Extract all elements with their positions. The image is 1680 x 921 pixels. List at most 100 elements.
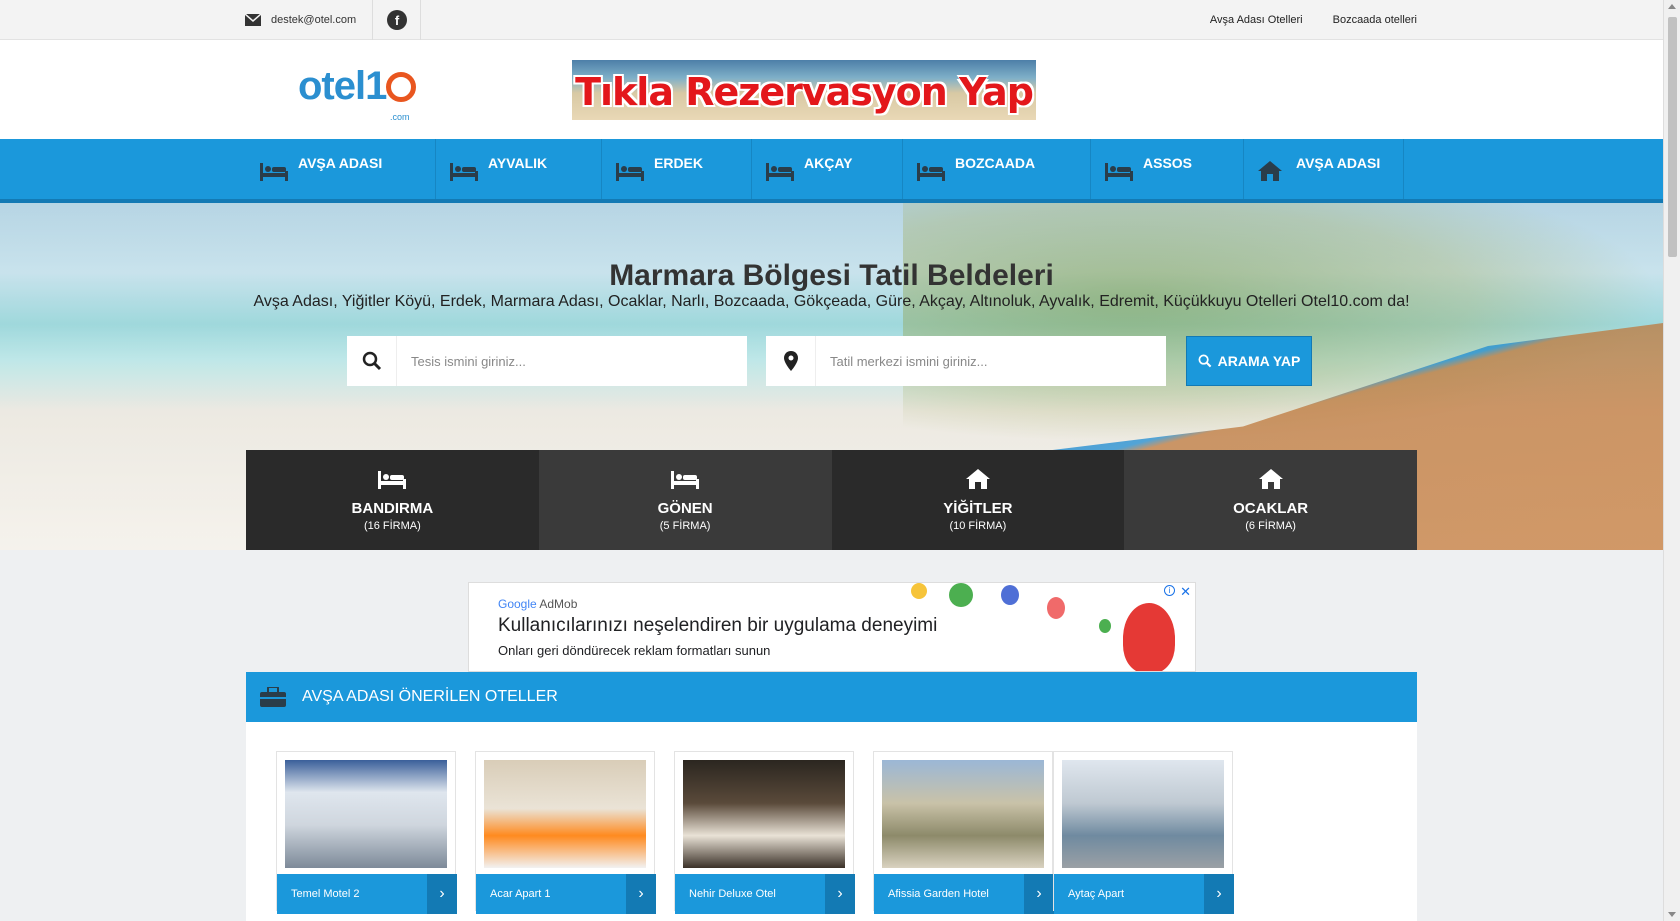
- logo-text: otel1: [298, 64, 387, 108]
- section-title: AVŞA ADASI ÖNERİLEN OTELLER: [302, 688, 558, 705]
- search-location-input[interactable]: [816, 353, 1146, 369]
- scroll-down-icon[interactable]: [1668, 912, 1676, 917]
- envelope-icon: [245, 14, 261, 26]
- bed-icon: [766, 161, 794, 181]
- hotel-card[interactable]: Afissia Garden Hotel ›: [873, 751, 1054, 914]
- hotel-name: Afissia Garden Hotel: [888, 888, 989, 900]
- nav-item[interactable]: ASSOS: [1091, 139, 1244, 199]
- nav-item-label: AVŞA ADASI: [298, 155, 383, 171]
- search-location-box: [766, 336, 1166, 386]
- region-tile-count: (6 FİRMA): [1245, 519, 1296, 532]
- map-pin-icon: [766, 336, 816, 386]
- site-logo[interactable]: otel1 .com: [298, 64, 417, 122]
- bed-icon: [616, 161, 644, 181]
- page: destek@otel.com f Avşa Adası Otelleri Bo…: [0, 0, 1663, 921]
- region-tile-name: OCAKLAR: [1233, 499, 1309, 517]
- hotel-name-bar[interactable]: Nehir Deluxe Otel ›: [675, 874, 855, 914]
- briefcase-icon: [260, 687, 286, 707]
- chevron-right-icon[interactable]: ›: [1204, 874, 1234, 914]
- bed-icon: [260, 161, 288, 181]
- hotel-photo[interactable]: [683, 760, 845, 868]
- ad-banner[interactable]: Google AdMob Kullanıcılarınızı neşelendi…: [468, 582, 1196, 672]
- hotel-card[interactable]: Nehir Deluxe Otel ›: [674, 751, 855, 914]
- nav-item-label: BOZCAADA: [955, 155, 1036, 171]
- divider: [372, 0, 373, 40]
- ad-brand-google: Google: [498, 597, 537, 611]
- search-name-input[interactable]: [397, 353, 727, 369]
- region-tile-name: YİĞİTLER: [943, 499, 1013, 517]
- recommended-section-body: Temel Motel 2 › Acar Apart 1 › Nehir Deluxe …: [246, 722, 1417, 921]
- hotel-name-bar[interactable]: Aytaç Apart ›: [1054, 874, 1234, 914]
- hotel-photo[interactable]: [484, 760, 646, 868]
- main-nav: AVŞA ADASI AYVALIK ERDEK AKÇAY BOZCAADA ASSOS…: [0, 139, 1663, 203]
- page-scrollbar[interactable]: [1663, 0, 1680, 921]
- chevron-right-icon[interactable]: ›: [626, 874, 656, 914]
- nav-item[interactable]: BOZCAADA: [903, 139, 1091, 199]
- home-icon: [1258, 161, 1286, 181]
- hotel-cards: Temel Motel 2 › Acar Apart 1 › Nehir Deluxe …: [276, 751, 1234, 914]
- search-name-box: [347, 336, 747, 386]
- balloon-image: [949, 583, 973, 607]
- hotel-name-bar[interactable]: Acar Apart 1 ›: [476, 874, 656, 914]
- bed-icon: [450, 161, 478, 181]
- nav-item-label: AYVALIK: [488, 155, 548, 171]
- search-button[interactable]: ARAMA YAP: [1186, 336, 1312, 386]
- bed-icon: [671, 469, 700, 494]
- ad-brand-admob: AdMob: [536, 597, 578, 611]
- hotel-card[interactable]: Acar Apart 1 ›: [475, 751, 656, 914]
- top-bar: destek@otel.com f Avşa Adası Otelleri Bo…: [0, 0, 1663, 40]
- region-tile-name: BANDIRMA: [351, 499, 434, 517]
- nav-item-label: AKÇAY: [804, 155, 853, 171]
- search-icon: [347, 336, 397, 386]
- ad-headline: Kullanıcılarınızı neşelendiren bir uygul…: [498, 615, 938, 636]
- hotel-card[interactable]: Temel Motel 2 ›: [276, 751, 457, 914]
- top-links: Avşa Adası Otelleri Bozcaada otelleri: [1210, 0, 1417, 40]
- nav-item[interactable]: ERDEK: [602, 139, 752, 199]
- scroll-up-icon[interactable]: [1668, 4, 1676, 9]
- ad-info-icon[interactable]: i: [1164, 585, 1175, 596]
- hotel-photo[interactable]: [285, 760, 447, 868]
- region-tile-count: (16 FİRMA): [363, 519, 421, 532]
- hotel-name: Acar Apart 1: [490, 888, 551, 900]
- chevron-right-icon[interactable]: ›: [1024, 874, 1054, 914]
- contact-email[interactable]: destek@otel.com: [245, 0, 356, 40]
- logo-domain: .com: [390, 112, 410, 122]
- hotel-name: Aytaç Apart: [1068, 888, 1125, 900]
- hero-subtitle: Avşa Adası, Yiğitler Köyü, Erdek, Marmar…: [253, 293, 1410, 310]
- magnifier-logo-icon: [386, 72, 417, 102]
- region-tile-count: (10 FİRMA): [949, 519, 1007, 532]
- hotel-card[interactable]: Aytaç Apart ›: [1053, 751, 1234, 914]
- chevron-right-icon[interactable]: ›: [825, 874, 855, 914]
- region-tiles: BANDIRMA (16 FİRMA) GÖNEN (5 FİRMA) YİĞİTLER…: [246, 450, 1417, 550]
- nav-item[interactable]: AYVALIK: [436, 139, 602, 199]
- link-bozcaada-otelleri[interactable]: Bozcaada otelleri: [1333, 14, 1417, 26]
- facebook-icon[interactable]: f: [387, 10, 407, 30]
- region-tile[interactable]: BANDIRMA (16 FİRMA): [246, 450, 539, 550]
- region-tile[interactable]: GÖNEN (5 FİRMA): [538, 450, 832, 550]
- scroll-thumb[interactable]: [1668, 17, 1677, 257]
- search-icon: [1198, 354, 1211, 368]
- ad-close-icon[interactable]: ✕: [1180, 584, 1191, 600]
- bed-icon: [378, 469, 407, 494]
- nav-item[interactable]: AVŞA ADASI: [1244, 139, 1404, 199]
- hotel-photo[interactable]: [1062, 760, 1224, 868]
- region-tile[interactable]: YİĞİTLER (10 FİRMA): [831, 450, 1125, 550]
- chevron-right-icon[interactable]: ›: [427, 874, 457, 914]
- nav-item[interactable]: AVŞA ADASI: [246, 139, 436, 199]
- balloon-image: [911, 583, 927, 599]
- header: otel1 .com Tıkla Rezervasyon Yap: [0, 40, 1663, 139]
- bed-icon: [1105, 161, 1133, 181]
- region-tile[interactable]: OCAKLAR (6 FİRMA): [1124, 450, 1417, 550]
- hotel-photo[interactable]: [882, 760, 1044, 868]
- home-icon: [1258, 468, 1283, 494]
- reservation-banner[interactable]: Tıkla Rezervasyon Yap: [572, 60, 1036, 120]
- nav-item[interactable]: AKÇAY: [752, 139, 903, 199]
- hero: Marmara Bölgesi Tatil Beldeleri Avşa Ada…: [0, 203, 1663, 550]
- ad-brand: Google AdMob: [498, 597, 577, 611]
- link-avsa-otelleri[interactable]: Avşa Adası Otelleri: [1210, 14, 1303, 26]
- search-button-label: ARAMA YAP: [1217, 353, 1301, 369]
- home-icon: [965, 468, 990, 494]
- hotel-name-bar[interactable]: Afissia Garden Hotel ›: [874, 874, 1054, 914]
- hotel-name-bar[interactable]: Temel Motel 2 ›: [277, 874, 457, 914]
- hotel-name: Nehir Deluxe Otel: [689, 888, 776, 900]
